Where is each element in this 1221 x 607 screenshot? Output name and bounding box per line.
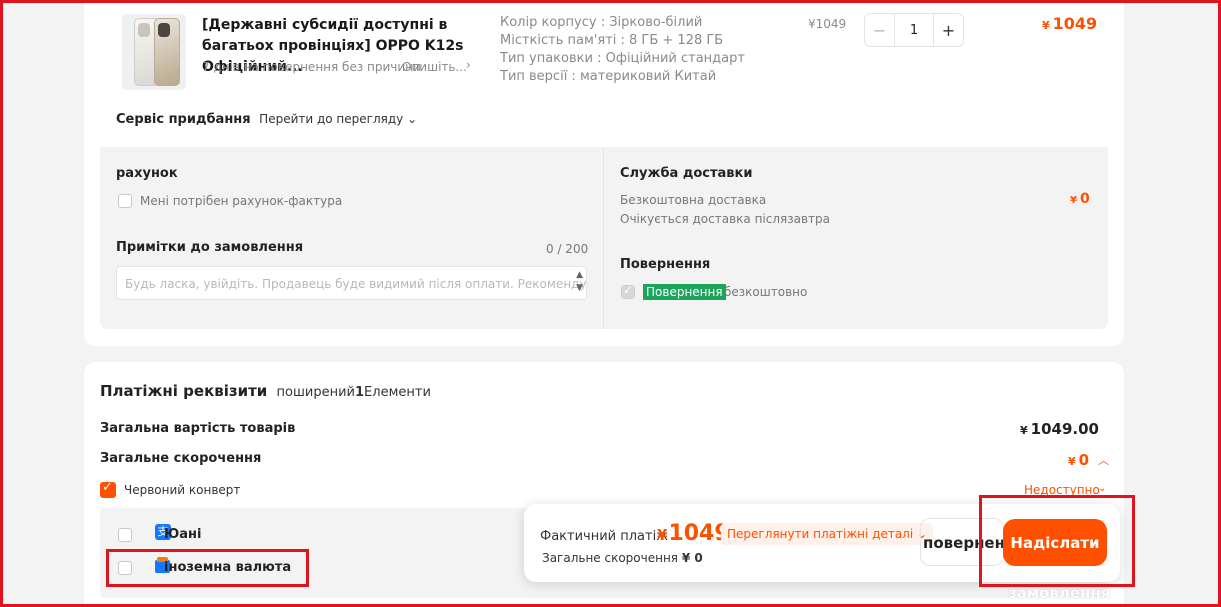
quantity-minus-button[interactable]: −: [865, 14, 895, 46]
total-value: ¥1049.00: [1020, 420, 1099, 438]
attr-package: Тип упаковки : Офіційний стандарт: [500, 51, 745, 66]
line-total: ¥1049: [1042, 14, 1097, 33]
total-label: Загальна вартість товарів: [100, 421, 296, 436]
order-options: рахунок Мені потрібен рахунок-фактура Пр…: [100, 147, 1108, 329]
foreign-currency-checkbox[interactable]: [118, 561, 132, 575]
quantity-plus-button[interactable]: +: [933, 14, 963, 46]
actual-payment-label: Фактичний платіж: [540, 529, 668, 544]
describe-link[interactable]: Опишіть...: [402, 60, 467, 74]
payment-item-count: поширений1Елементи: [276, 385, 431, 400]
returns-title: Повернення: [620, 257, 711, 272]
invoice-title: рахунок: [116, 166, 178, 181]
order-notes-input[interactable]: Будь ласка, увійдіть. Продавець буде вид…: [116, 266, 587, 300]
order-card: [Державні субсидії доступні в багатьох п…: [84, 0, 1124, 346]
shipping-title: Служба доставки: [620, 166, 753, 181]
product-attributes: Колір корпусу : Зірково-білий Місткість …: [500, 14, 745, 86]
currency-symbol: ¥: [1042, 19, 1050, 32]
method-foreign-currency[interactable]: іноземна валюта: [164, 560, 291, 575]
service-view-link[interactable]: Перейти до перегляду ⌄: [259, 112, 417, 126]
attr-color: Колір корпусу : Зірково-білий: [500, 15, 703, 30]
payment-details-link[interactable]: Переглянути платіжні деталі ⌄: [721, 523, 934, 545]
returns-badge: Повернення: [643, 284, 726, 300]
method-yuan[interactable]: Юані: [164, 527, 201, 542]
yuan-checkbox[interactable]: [118, 528, 132, 542]
return-policy: 7 днів на повернення без причини: [202, 60, 421, 74]
back-button[interactable]: повернення: [920, 518, 1004, 566]
chevron-down-icon: ⌄: [407, 112, 418, 126]
notes-counter: 0 / 200: [546, 242, 589, 256]
red-envelope-checkbox[interactable]: [100, 480, 116, 498]
discount-value[interactable]: ¥0: [1068, 451, 1089, 469]
chevron-down-icon[interactable]: ⌄: [1098, 483, 1106, 494]
chevron-right-icon[interactable]: ›: [466, 58, 471, 72]
shipping-method: Безкоштовна доставка: [620, 193, 767, 207]
unit-price: ¥1049: [808, 17, 847, 31]
attr-memory: Місткість пам'яті : 8 ГБ + 128 ГБ: [500, 33, 724, 48]
actual-payment-value: ¥1049: [657, 521, 730, 546]
checkout-discount: Загальне скорочення ¥ 0: [542, 551, 703, 565]
purchase-service: Сервіс придбання Перейти до перегляду ⌄: [116, 112, 417, 127]
notes-scrollbar[interactable]: ▲ ▼: [576, 269, 583, 295]
invoice-checkbox[interactable]: [118, 194, 132, 208]
returns-free-note: безкоштовно: [724, 285, 808, 299]
submit-order-button[interactable]: Надіслати: [1003, 519, 1107, 566]
attr-version: Тип версії : материковий Китай: [500, 69, 717, 84]
chevron-up-icon[interactable]: ︿: [1098, 452, 1109, 468]
payment-title: Платіжні реквізити поширений1Елементи: [100, 382, 431, 400]
notes-title: Примітки до замовлення: [116, 240, 304, 255]
service-label: Сервіс придбання: [116, 112, 251, 127]
overflow-label: замовлення: [1008, 584, 1111, 602]
shipping-price: ¥0: [1070, 191, 1090, 207]
checkout-bar: Фактичний платіж ¥1049 Переглянути платі…: [524, 504, 1120, 582]
product-thumbnail[interactable]: [122, 14, 186, 90]
quantity-stepper: − 1 +: [864, 13, 964, 47]
red-envelope-label[interactable]: Червоний конверт: [124, 483, 240, 497]
discount-label: Загальне скорочення: [100, 451, 262, 466]
divider: [603, 147, 604, 329]
shipping-eta: Очікується доставка післязавтра: [620, 212, 830, 226]
returns-checkbox: [621, 283, 635, 299]
quantity-value[interactable]: 1: [895, 14, 933, 46]
notes-placeholder: Будь ласка, увійдіть. Продавець буде вид…: [125, 277, 587, 291]
invoice-checkbox-label[interactable]: Мені потрібен рахунок-фактура: [140, 194, 342, 208]
line-total-value: 1049: [1052, 14, 1098, 33]
red-envelope-status[interactable]: Недоступно: [1024, 483, 1100, 497]
